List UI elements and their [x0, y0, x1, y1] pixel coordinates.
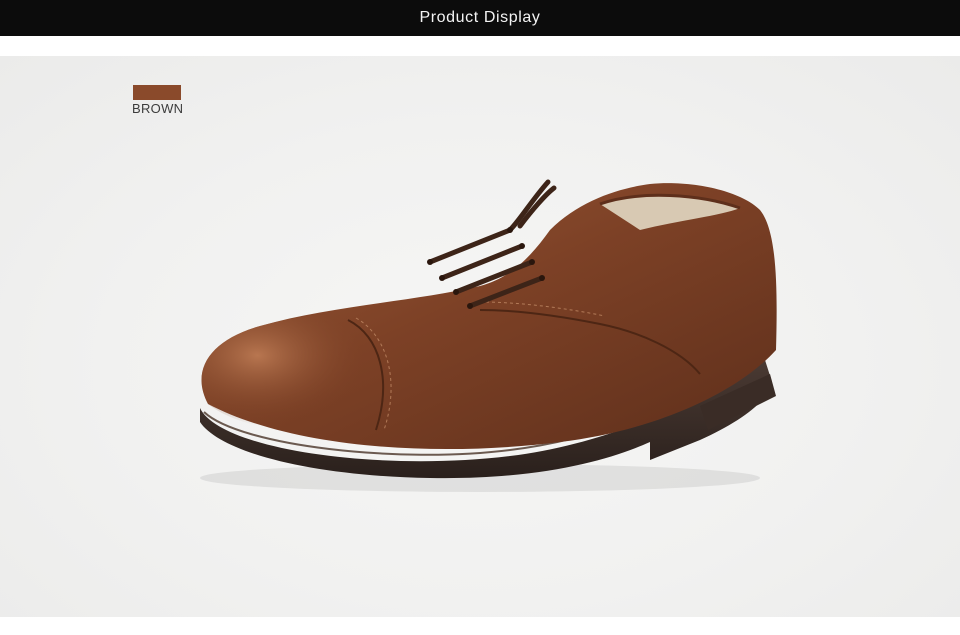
- page-header: Product Display: [0, 0, 960, 36]
- page-title: Product Display: [419, 9, 541, 26]
- color-swatch[interactable]: [133, 85, 181, 100]
- brown-leather-oxford-shoe-image: [200, 179, 777, 492]
- color-swatch-label: BROWN: [132, 101, 184, 116]
